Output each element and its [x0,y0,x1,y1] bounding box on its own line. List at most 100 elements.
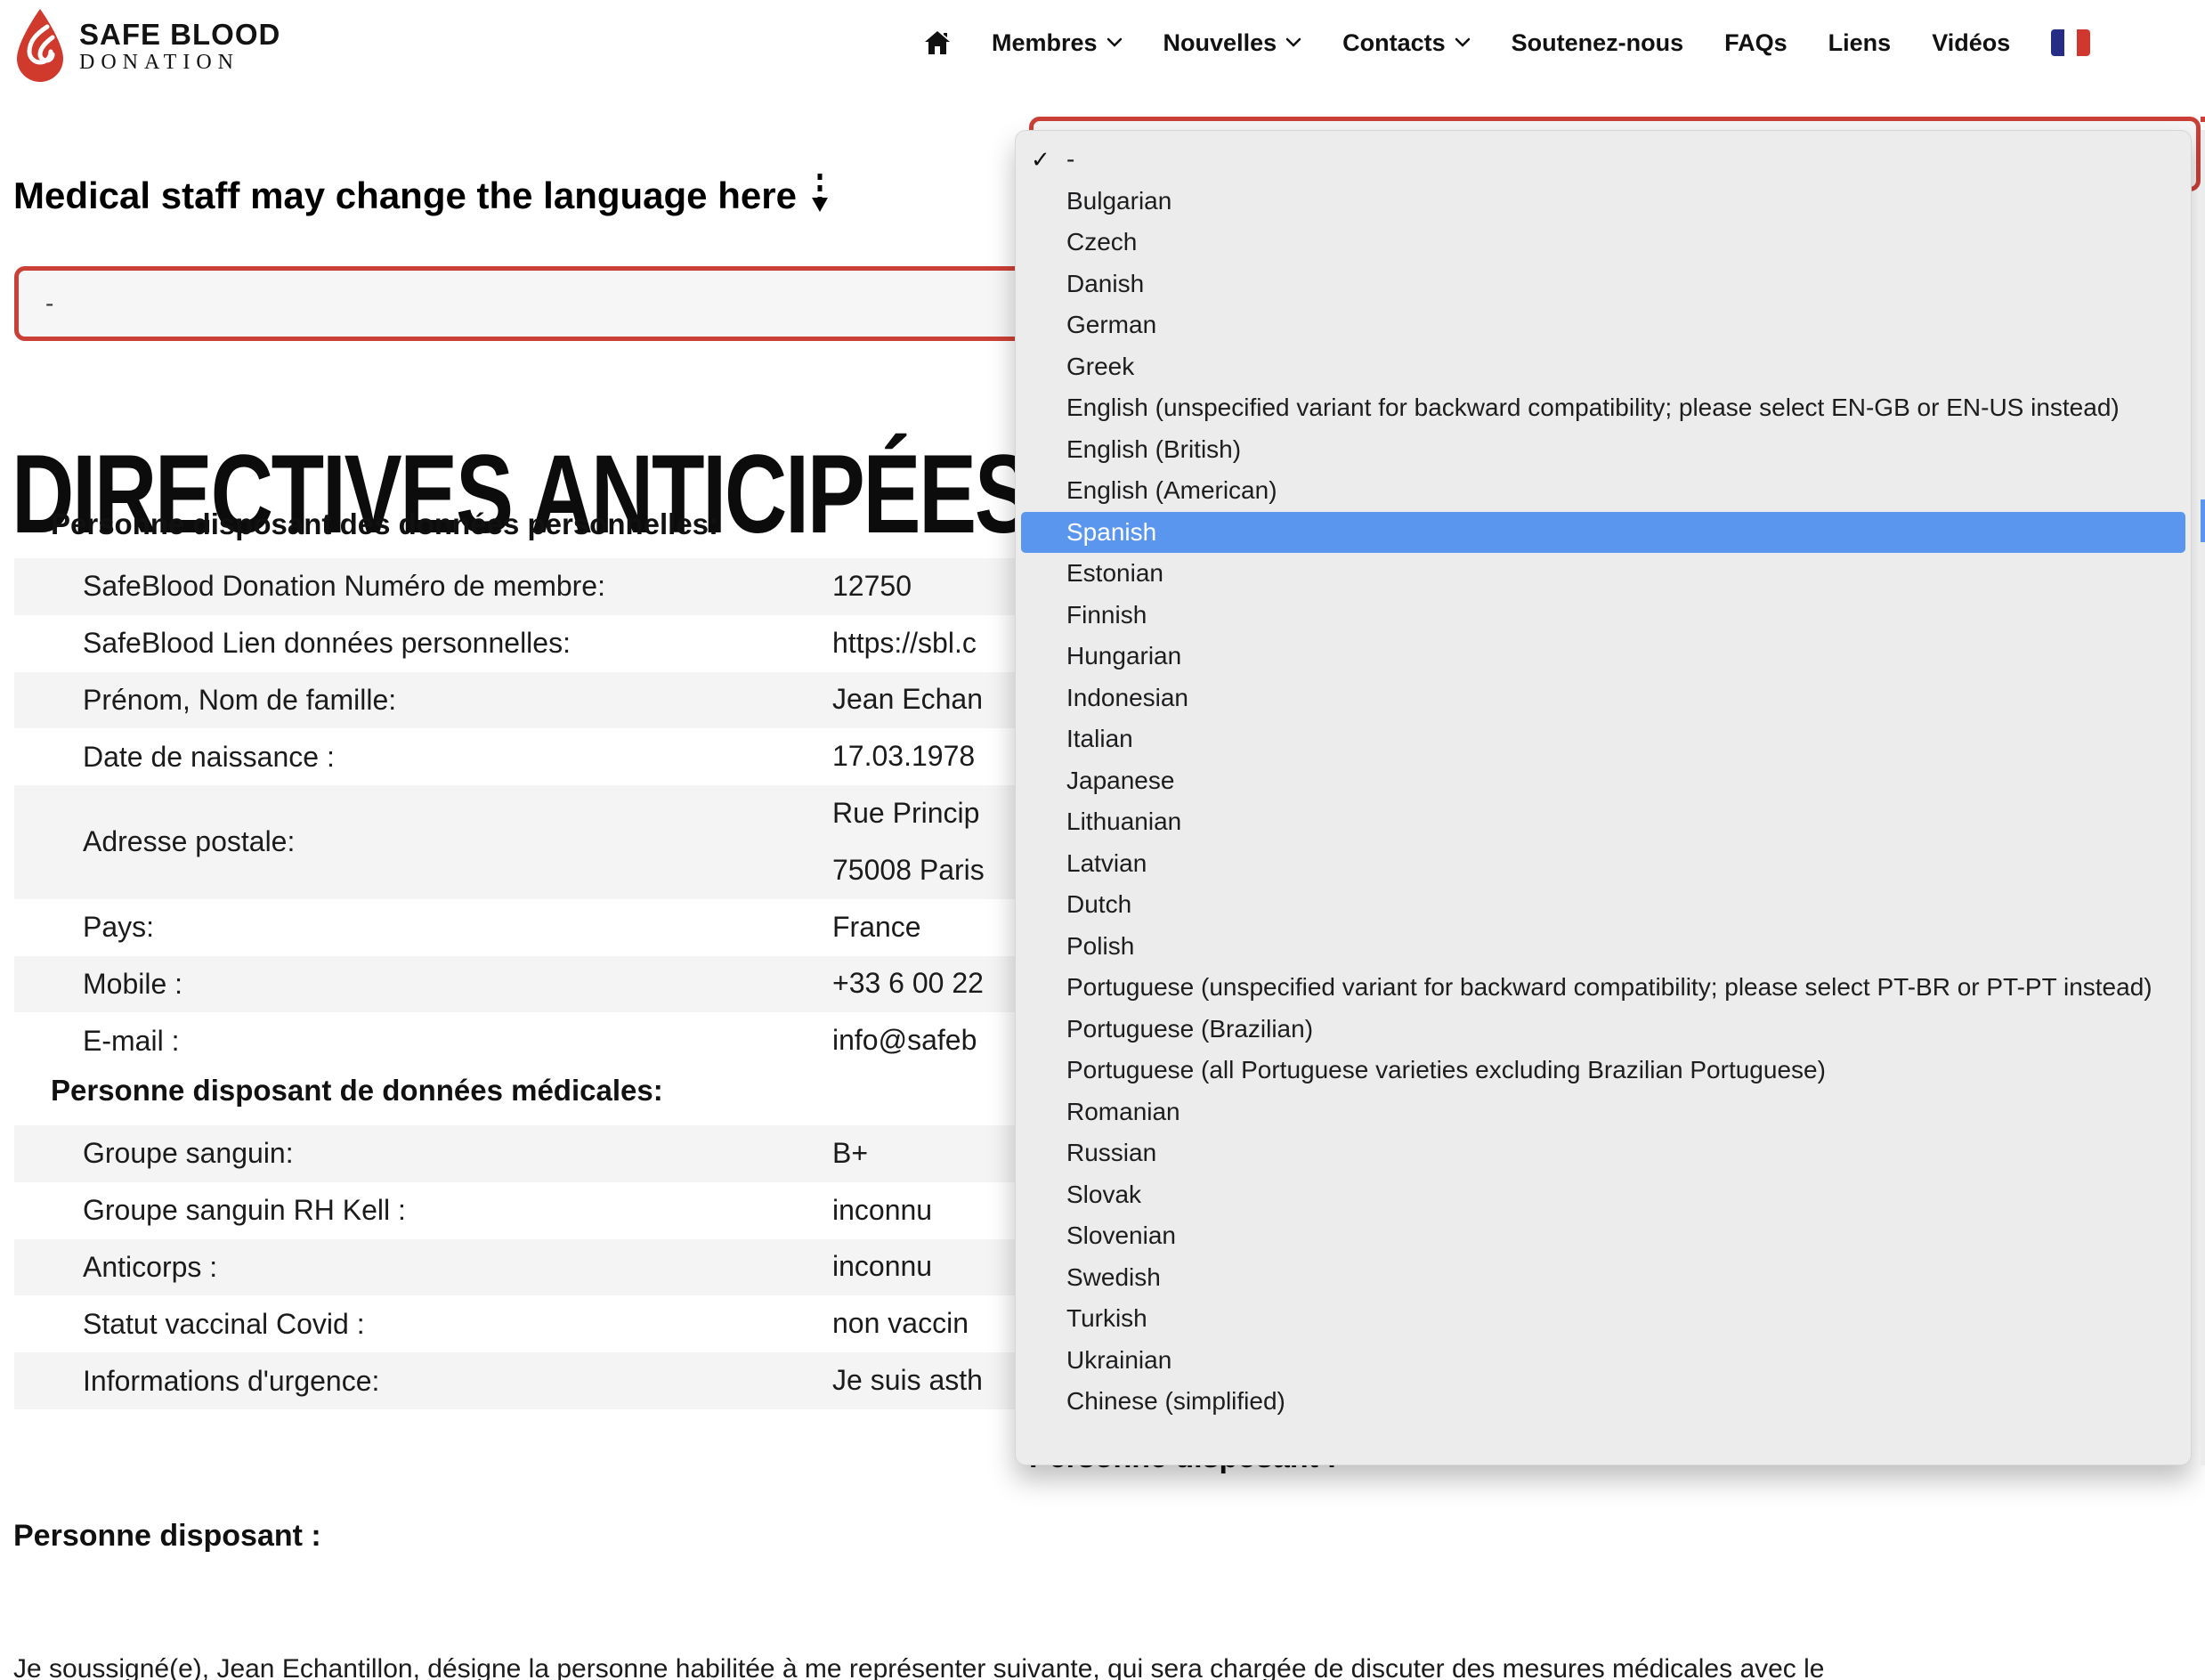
dropdown-option[interactable]: Turkish [1016,1298,2191,1340]
dropdown-option[interactable]: Portuguese (all Portuguese varieties exc… [1016,1050,2191,1092]
dropdown-option-label: English (British) [1066,435,1241,464]
dropdown-option-label: Hungarian [1066,642,1181,670]
dropdown-option[interactable]: Romanian [1016,1092,2191,1133]
dropdown-option[interactable]: Ukrainian [1016,1340,2191,1382]
dropdown-edge-sliver [2201,130,2205,1465]
dropdown-option[interactable]: Czech [1016,222,2191,264]
dropdown-option-label: Portuguese (all Portuguese varieties exc… [1066,1056,1826,1084]
dashed-down-arrow-icon [809,171,831,221]
dropdown-option[interactable]: Bulgarian [1016,181,2191,223]
dropdown-option[interactable]: Finnish [1016,595,2191,637]
dropdown-option-label: Italian [1066,725,1133,753]
row-value: inconnu [832,1239,932,1296]
dropdown-option[interactable]: Spanish [1021,512,2185,554]
row-label: Anticorps : [14,1251,217,1284]
row-label: Adresse postale: [14,825,295,858]
dropdown-option[interactable]: Swedish [1016,1257,2191,1299]
nav-soutenez-nous[interactable]: Soutenez-nous [1512,29,1684,57]
dropdown-option[interactable]: Slovak [1016,1174,2191,1216]
dropdown-options-list: ✓ - Bulgarian CzechDanish German Greek Engli… [1016,139,2191,1423]
dropdown-option-label: Finnish [1066,601,1147,629]
nav-contacts[interactable]: Contacts [1342,29,1471,57]
page: SAFE BLOOD DONATION Membres Nouvelles Co… [0,0,2205,1680]
dropdown-option[interactable]: Indonesian [1016,678,2191,719]
dropdown-option[interactable]: Greek [1016,346,2191,388]
dropdown-option-label: English (unspecified variant for backwar… [1066,394,2120,422]
chevron-down-icon [1107,37,1123,48]
dropdown-option[interactable]: English (British) [1016,429,2191,471]
language-dropdown-panel: ✓ - Bulgarian CzechDanish German Greek Engli… [1015,130,2192,1465]
dropdown-option-label: English (American) [1066,476,1277,505]
logo-subtitle: DONATION [79,51,280,76]
row-label: Prénom, Nom de famille: [14,684,396,717]
row-label: Mobile : [14,968,182,1001]
dropdown-option-label: Spanish [1066,518,1156,547]
dropdown-option[interactable]: Hungarian [1016,636,2191,678]
chevron-down-icon [1285,37,1301,48]
nav-liens[interactable]: Liens [1828,29,1892,57]
header: SAFE BLOOD DONATION Membres Nouvelles Co… [0,0,2205,85]
dropdown-option-label: Slovak [1066,1181,1141,1209]
row-label: Statut vaccinal Covid : [14,1308,365,1341]
row-value: France [832,899,921,956]
row-value: Jean Echan [832,672,983,729]
row-value: https://sbl.c [832,615,977,672]
dropdown-option-label: Portuguese (unspecified variant for back… [1066,973,2152,1002]
row-value: non vaccin [832,1295,969,1352]
dropdown-option[interactable]: Russian [1016,1132,2191,1174]
dropdown-option-label: Slovenian [1066,1221,1176,1250]
french-flag-icon[interactable] [2051,29,2090,56]
footer-heading: Personne disposant : [13,1519,321,1554]
dropdown-option-label: Latvian [1066,849,1147,878]
dropdown-option[interactable]: English (unspecified variant for backwar… [1016,387,2191,429]
row-label: Groupe sanguin: [14,1137,294,1170]
dropdown-option[interactable]: Portuguese (Brazilian) [1016,1009,2191,1051]
select-border-sliver [2201,117,2205,122]
row-value: Je suis asth [832,1352,983,1409]
dropdown-option[interactable]: Danish [1016,264,2191,305]
dropdown-option-label: Turkish [1066,1304,1147,1333]
nav-videos[interactable]: Vidéos [1932,29,2010,57]
dropdown-option[interactable]: Lithuanian [1016,801,2191,843]
dropdown-option-label: Bulgarian [1066,187,1171,215]
nav-faqs[interactable]: FAQs [1724,29,1788,57]
dropdown-option[interactable]: English (American) [1016,470,2191,512]
dropdown-option[interactable]: Japanese [1016,760,2191,802]
dropdown-option[interactable]: Estonian [1016,553,2191,595]
dropdown-option[interactable]: Slovenian [1016,1215,2191,1257]
dropdown-option[interactable]: Chinese (simplified) [1016,1381,2191,1423]
dropdown-option-label: Romanian [1066,1098,1180,1126]
dropdown-option-label: Dutch [1066,890,1131,919]
row-value: 12750 [832,558,912,615]
row-label: Date de naissance : [14,741,335,774]
nav-membres[interactable]: Membres [992,29,1123,57]
section-heading-personal-data: Personne disposant des données personnel… [51,507,718,541]
dropdown-option-label: Polish [1066,932,1134,961]
main-nav: Membres Nouvelles Contacts Soutenez-nous… [924,0,2090,85]
dropdown-option-label: Ukrainian [1066,1346,1171,1375]
row-value: info@safeb [832,1012,977,1069]
dropdown-option[interactable]: Italian [1016,718,2191,760]
logo-text: SAFE BLOOD DONATION [79,20,280,75]
dropdown-option-label: Portuguese (Brazilian) [1066,1015,1313,1043]
dropdown-option-label: Lithuanian [1066,808,1181,836]
dropdown-option-current[interactable]: ✓ - [1016,139,2191,181]
dropdown-option-label: Swedish [1066,1263,1161,1292]
dropdown-option-label: Chinese (simplified) [1066,1387,1285,1416]
logo[interactable]: SAFE BLOOD DONATION [13,7,280,87]
dropdown-option[interactable]: Dutch [1016,884,2191,926]
footer-paragraph: Je soussigné(e), Jean Echantillon, désig… [13,1654,2205,1680]
dropdown-option-label: Russian [1066,1139,1156,1167]
dropdown-option-label: German [1066,311,1156,339]
dropdown-option[interactable]: Portuguese (unspecified variant for back… [1016,967,2191,1009]
nav-home[interactable] [924,30,951,55]
dropdown-option[interactable]: Latvian [1016,843,2191,885]
dropdown-option[interactable]: German [1016,304,2191,346]
row-label: Pays: [14,911,154,944]
nav-nouvelles[interactable]: Nouvelles [1163,29,1302,57]
row-value: Rue Princip75008 Paris [832,785,985,899]
dropdown-option[interactable]: Polish [1016,926,2191,968]
row-label: SafeBlood Lien données personnelles: [14,627,571,660]
row-value: 17.03.1978 [832,728,975,785]
dropdown-option-label: Japanese [1066,767,1174,795]
